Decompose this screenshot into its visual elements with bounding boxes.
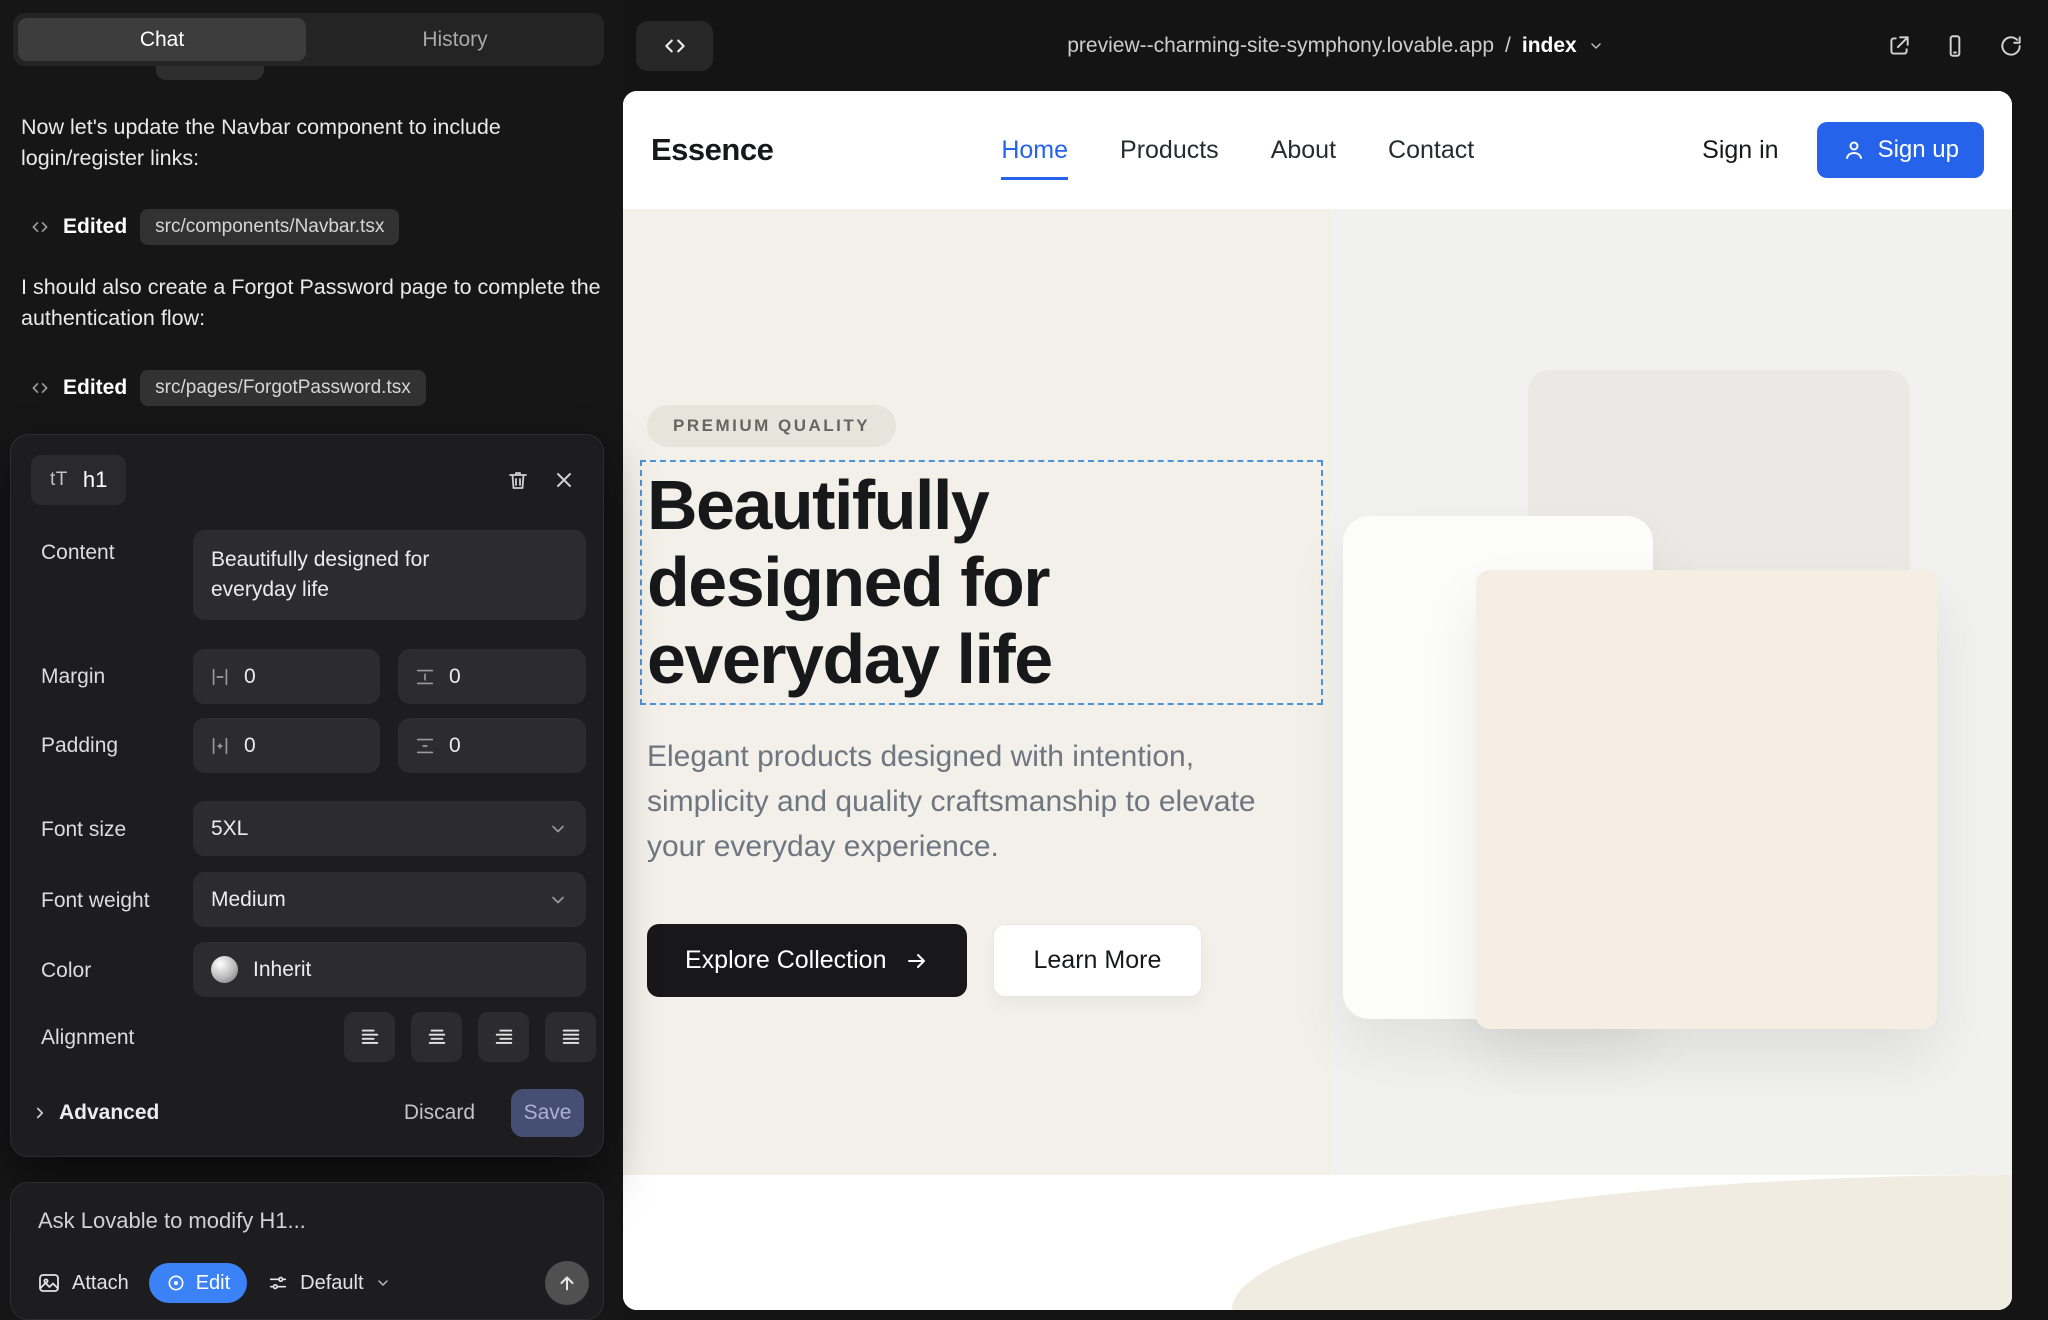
- close-panel-button[interactable]: [541, 457, 587, 503]
- toolbar-actions: [1886, 0, 2024, 91]
- file-chip[interactable]: src/pages/ForgotPassword.tsx: [140, 370, 426, 406]
- spacing-horizontal-icon: [209, 666, 231, 688]
- chevron-down-icon: [1588, 38, 1604, 54]
- auth-actions: Sign in Sign up: [1702, 122, 1984, 178]
- image-attach-icon: [37, 1271, 61, 1295]
- arrow-up-icon: [556, 1272, 578, 1294]
- chevron-down-icon: [548, 819, 568, 839]
- save-button[interactable]: Save: [511, 1089, 584, 1137]
- mobile-view-icon[interactable]: [1942, 33, 1968, 59]
- model-select[interactable]: Default: [257, 1272, 400, 1295]
- margin-label: Margin: [41, 665, 105, 689]
- chat-sidebar: Chat History Now let's update the Navbar…: [0, 0, 623, 1320]
- hero-paragraph: Elegant products designed with intention…: [647, 734, 1292, 869]
- file-chip[interactable]: src/components/Navbar.tsx: [140, 209, 399, 245]
- arrow-right-icon: [905, 949, 929, 973]
- learn-more-button[interactable]: Learn More: [993, 924, 1203, 997]
- nav-links: Home Products About Contact: [1001, 136, 1474, 165]
- composer-input[interactable]: [38, 1199, 578, 1243]
- site-navbar: Essence Home Products About Contact Sign…: [623, 91, 2012, 209]
- chevron-right-icon: [31, 1104, 49, 1122]
- tab-chat[interactable]: Chat: [18, 18, 306, 61]
- nav-link-home[interactable]: Home: [1001, 136, 1068, 165]
- attach-button[interactable]: Attach: [27, 1271, 139, 1295]
- color-label: Color: [41, 959, 91, 983]
- alignment-label: Alignment: [41, 1026, 134, 1050]
- spacing-horizontal-icon: [209, 735, 231, 757]
- padding-vertical-input[interactable]: 0: [398, 718, 586, 773]
- send-button[interactable]: [545, 1261, 589, 1305]
- content-label: Content: [41, 541, 115, 565]
- decor-card-beige: [1476, 570, 1937, 1029]
- tab-history[interactable]: History: [311, 18, 599, 61]
- lovable-app: Chat History Now let's update the Navbar…: [0, 0, 2048, 1320]
- align-left-button[interactable]: [344, 1012, 395, 1062]
- preview-frame: preview--charming-site-symphony.lovable.…: [623, 0, 2048, 1320]
- quality-badge: PREMIUM QUALITY: [647, 405, 896, 447]
- element-tag-pill[interactable]: tT h1: [31, 455, 126, 505]
- spacing-vertical-icon: [414, 666, 436, 688]
- content-input[interactable]: Beautifully designed for everyday life: [193, 530, 586, 620]
- sign-in-link[interactable]: Sign in: [1702, 136, 1778, 165]
- discard-button[interactable]: Discard: [390, 1091, 489, 1135]
- typography-icon: tT: [50, 469, 68, 491]
- color-select[interactable]: Inherit: [193, 942, 586, 997]
- editor-panel-header: tT h1: [31, 455, 587, 505]
- advanced-toggle[interactable]: Advanced: [31, 1101, 159, 1125]
- explore-collection-button[interactable]: Explore Collection: [647, 924, 967, 997]
- site-logo[interactable]: Essence: [651, 132, 773, 168]
- align-justify-button[interactable]: [545, 1012, 596, 1062]
- chevron-down-icon: [375, 1275, 391, 1291]
- url-page: index: [1522, 34, 1577, 58]
- nav-link-about[interactable]: About: [1271, 136, 1336, 165]
- font-size-select[interactable]: 5XL: [193, 801, 586, 856]
- nav-link-products[interactable]: Products: [1120, 136, 1219, 165]
- target-icon: [166, 1273, 186, 1293]
- alignment-buttons: [344, 1012, 596, 1062]
- element-tag-label: h1: [83, 467, 107, 493]
- margin-horizontal-input[interactable]: 0: [193, 649, 380, 704]
- spacing-vertical-icon: [414, 735, 436, 757]
- url-host: preview--charming-site-symphony.lovable.…: [1067, 34, 1494, 58]
- edited-file-row: Edited src/pages/ForgotPassword.tsx: [30, 366, 426, 410]
- align-right-button[interactable]: [478, 1012, 529, 1062]
- delete-element-button[interactable]: [495, 457, 541, 503]
- open-in-new-tab-icon[interactable]: [1886, 33, 1912, 59]
- element-editor-panel: tT h1 Content Beautifully designed for e…: [10, 434, 604, 1157]
- edit-action-label: Edited: [63, 215, 127, 239]
- editor-panel-footer: Advanced Discard Save: [31, 1087, 584, 1139]
- chat-composer: Attach Edit Default: [10, 1182, 604, 1320]
- padding-horizontal-input[interactable]: 0: [193, 718, 380, 773]
- padding-label: Padding: [41, 734, 118, 758]
- margin-vertical-input[interactable]: 0: [398, 649, 586, 704]
- font-size-label: Font size: [41, 818, 126, 842]
- preview-url[interactable]: preview--charming-site-symphony.lovable.…: [623, 0, 2048, 91]
- nav-link-contact[interactable]: Contact: [1388, 136, 1474, 165]
- hero-cta-row: Explore Collection Learn More: [647, 924, 1202, 997]
- hero-heading[interactable]: Beautifully designed for everyday life: [647, 467, 1052, 698]
- hero-section: PREMIUM QUALITY Beautifully designed for…: [623, 209, 2012, 1310]
- sign-up-button[interactable]: Sign up: [1817, 122, 1984, 178]
- sliders-icon: [267, 1272, 289, 1294]
- color-swatch-icon: [211, 956, 238, 983]
- user-icon: [1842, 138, 1866, 162]
- edit-action-label: Edited: [63, 376, 127, 400]
- site-preview: Essence Home Products About Contact Sign…: [623, 91, 2012, 1310]
- edit-mode-button[interactable]: Edit: [149, 1263, 247, 1303]
- font-weight-select[interactable]: Medium: [193, 872, 586, 927]
- align-center-button[interactable]: [411, 1012, 462, 1062]
- sidebar-tabs: Chat History: [13, 13, 604, 66]
- chevron-down-icon: [548, 890, 568, 910]
- code-icon: [30, 217, 50, 237]
- chat-message: I should also create a Forgot Password p…: [21, 272, 601, 334]
- code-icon: [30, 378, 50, 398]
- font-weight-label: Font weight: [41, 889, 150, 913]
- edited-file-row: Edited src/components/Navbar.tsx: [30, 205, 399, 249]
- preview-toolbar: preview--charming-site-symphony.lovable.…: [623, 0, 2048, 91]
- chat-message: Now let's update the Navbar component to…: [21, 112, 601, 174]
- composer-toolbar: Attach Edit Default: [27, 1259, 589, 1307]
- url-separator: /: [1505, 34, 1511, 58]
- refresh-icon[interactable]: [1998, 33, 2024, 59]
